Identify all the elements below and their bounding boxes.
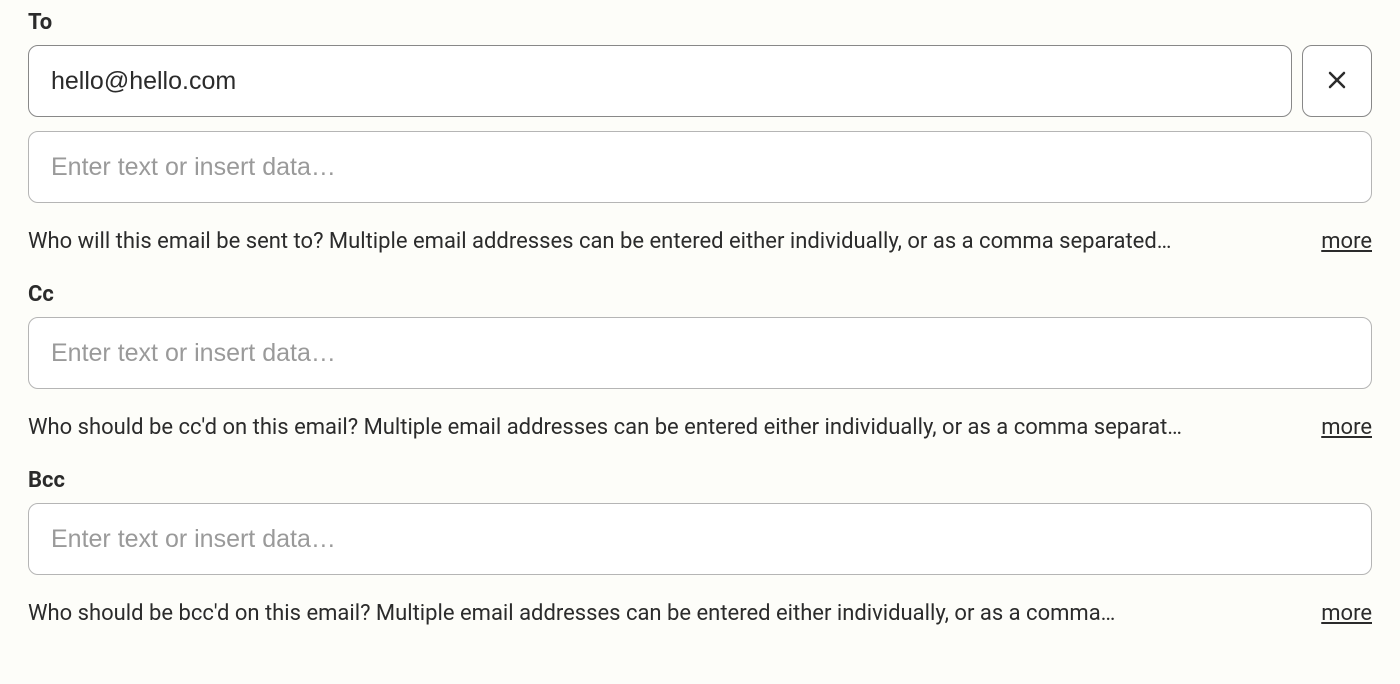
to-help-row: Who will this email be sent to? Multiple… bbox=[28, 229, 1372, 254]
to-extra-input-row bbox=[28, 131, 1372, 203]
close-icon bbox=[1325, 68, 1349, 95]
bcc-field-section: Bcc Who should be bcc'd on this email? M… bbox=[28, 468, 1372, 626]
bcc-more-link[interactable]: more bbox=[1321, 601, 1372, 626]
cc-more-link[interactable]: more bbox=[1321, 415, 1372, 440]
cc-help-text: Who should be cc'd on this email? Multip… bbox=[28, 415, 1291, 440]
bcc-label: Bcc bbox=[28, 468, 1372, 493]
cc-input[interactable] bbox=[28, 317, 1372, 389]
to-remove-button[interactable] bbox=[1302, 45, 1372, 117]
cc-help-row: Who should be cc'd on this email? Multip… bbox=[28, 415, 1372, 440]
bcc-help-row: Who should be bcc'd on this email? Multi… bbox=[28, 601, 1372, 626]
to-more-link[interactable]: more bbox=[1321, 229, 1372, 254]
to-label: To bbox=[28, 10, 1372, 35]
to-field-section: To Who will this email be sent to? Multi… bbox=[28, 10, 1372, 254]
to-input-row bbox=[28, 45, 1372, 117]
cc-input-row bbox=[28, 317, 1372, 389]
to-extra-input[interactable] bbox=[28, 131, 1372, 203]
bcc-input-row bbox=[28, 503, 1372, 575]
cc-label: Cc bbox=[28, 282, 1372, 307]
bcc-help-text: Who should be bcc'd on this email? Multi… bbox=[28, 601, 1291, 626]
to-input[interactable] bbox=[28, 45, 1292, 117]
to-help-text: Who will this email be sent to? Multiple… bbox=[28, 229, 1291, 254]
cc-field-section: Cc Who should be cc'd on this email? Mul… bbox=[28, 282, 1372, 440]
bcc-input[interactable] bbox=[28, 503, 1372, 575]
